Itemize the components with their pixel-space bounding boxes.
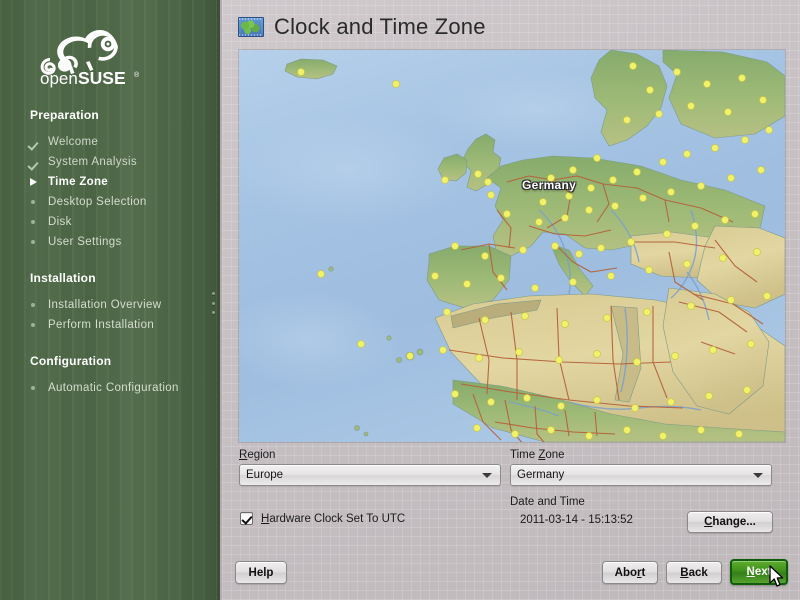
chevron-down-icon xyxy=(482,472,492,478)
checkbox-checked-icon[interactable] xyxy=(240,512,253,525)
change-datetime-button[interactable]: Change... xyxy=(687,511,773,533)
sidebar-item-perform-installation[interactable]: Perform Installation xyxy=(0,315,220,335)
splitter-dot xyxy=(211,292,215,295)
bullet-icon xyxy=(30,315,48,335)
sidebar-item-label: Automatic Configuration xyxy=(48,382,179,394)
installer-window: open SUSE ® Preparation Welcome System A… xyxy=(0,0,800,600)
region-select[interactable]: Europe xyxy=(239,464,501,486)
panel-splitter-handle[interactable] xyxy=(210,292,216,314)
check-icon xyxy=(30,132,48,152)
nav-group-title-configuration: Configuration xyxy=(30,354,112,368)
page-title: Clock and Time Zone xyxy=(274,14,486,39)
sidebar-item-label: Desktop Selection xyxy=(48,196,147,208)
timezone-label: Time Zone xyxy=(510,449,565,461)
logo-text-suse: SUSE xyxy=(78,68,126,88)
timezone-map[interactable]: Germany xyxy=(239,50,785,442)
sidebar-item-user-settings[interactable]: User Settings xyxy=(0,232,220,252)
page-header: Clock and Time Zone xyxy=(238,14,486,40)
hardware-clock-utc-label: Hardware Clock Set To UTC xyxy=(261,512,406,525)
play-triangle-icon xyxy=(30,172,48,192)
timezone-selected-value: Germany xyxy=(517,469,565,481)
sidebar-item-desktop-selection[interactable]: Desktop Selection xyxy=(0,192,220,212)
splitter-dot xyxy=(211,311,215,314)
sidebar-item-label: Perform Installation xyxy=(48,319,155,331)
logo-text-open: open xyxy=(40,69,78,88)
sidebar: open SUSE ® Preparation Welcome System A… xyxy=(0,0,220,600)
sidebar-item-label: Installation Overview xyxy=(48,299,162,311)
splitter-dot xyxy=(211,301,215,305)
hardware-clock-utc-checkbox[interactable]: Hardware Clock Set To UTC xyxy=(240,512,405,525)
back-button[interactable]: Back xyxy=(666,561,722,584)
svg-text:®: ® xyxy=(134,71,140,79)
region-selected-value: Europe xyxy=(246,469,284,481)
sidebar-item-installation-overview[interactable]: Installation Overview xyxy=(0,295,220,315)
nav-group-configuration: Configuration Automatic Configuration xyxy=(0,354,220,398)
next-button[interactable]: Next xyxy=(730,559,788,585)
abort-button[interactable]: Abort xyxy=(602,561,658,584)
help-button[interactable]: Help xyxy=(235,561,287,584)
check-icon xyxy=(30,152,48,172)
sidebar-item-disk[interactable]: Disk xyxy=(0,212,220,232)
opensuse-chameleon-logo: open SUSE ® xyxy=(22,22,152,88)
sidebar-item-automatic-configuration[interactable]: Automatic Configuration xyxy=(0,378,220,398)
date-and-time-label: Date and Time xyxy=(510,496,585,508)
main-panel: Clock and Time Zone Germany Region Europ… xyxy=(220,0,800,600)
bullet-icon xyxy=(30,378,48,398)
chevron-down-icon xyxy=(753,472,763,478)
nav-group-title-preparation: Preparation xyxy=(30,108,99,122)
sidebar-item-system-analysis[interactable]: System Analysis xyxy=(0,152,220,172)
region-label: Region xyxy=(239,449,276,461)
sidebar-item-label: Time Zone xyxy=(48,176,108,188)
sidebar-item-label: Welcome xyxy=(48,136,99,148)
installer-steps-nav: Preparation Welcome System Analysis Time… xyxy=(0,108,220,417)
sidebar-item-label: User Settings xyxy=(48,236,122,248)
bullet-icon xyxy=(30,232,48,252)
nav-group-title-installation: Installation xyxy=(30,271,96,285)
date-and-time-value: 2011-03-14 - 15:13:52 xyxy=(520,514,633,526)
bullet-icon xyxy=(30,212,48,232)
sidebar-item-welcome[interactable]: Welcome xyxy=(0,132,220,152)
sidebar-item-label: Disk xyxy=(48,216,72,228)
bullet-icon xyxy=(30,192,48,212)
bullet-icon xyxy=(30,295,48,315)
world-map-icon xyxy=(238,17,264,37)
nav-group-installation: Installation Installation Overview Perfo… xyxy=(0,271,220,335)
nav-group-preparation: Preparation Welcome System Analysis Time… xyxy=(0,108,220,252)
sidebar-item-label: System Analysis xyxy=(48,156,137,168)
timezone-select[interactable]: Germany xyxy=(510,464,772,486)
sidebar-item-time-zone[interactable]: Time Zone xyxy=(0,172,220,192)
